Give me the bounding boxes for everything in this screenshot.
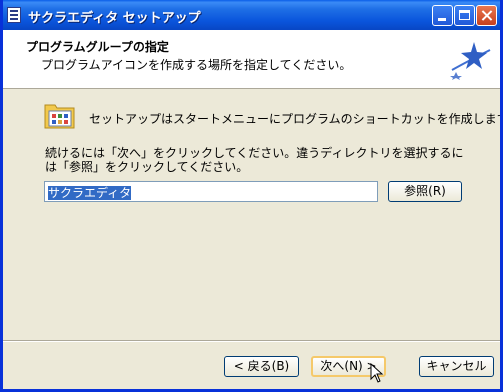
intro-text: セットアップはスタートメニューにプログラムのショートカットを作成します。: [89, 112, 503, 126]
close-button[interactable]: [476, 5, 497, 26]
setup-app-icon: [7, 7, 21, 23]
window-title: サクラエディタ セットアップ: [28, 11, 201, 26]
wizard-header: プログラムグループの指定 プログラムアイコンを作成する場所を指定してください。: [3, 30, 500, 89]
page-title: プログラムグループの指定: [26, 40, 169, 54]
setup-wizard-window: サクラエディタ セットアップ プログラムグループの指定 プログラムアイコンを作成…: [0, 0, 503, 392]
program-group-value: サクラエディタ: [48, 186, 132, 200]
page-subtitle: プログラムアイコンを作成する場所を指定してください。: [41, 58, 352, 72]
cancel-button[interactable]: キャンセル: [419, 356, 494, 377]
minimize-button[interactable]: [432, 5, 453, 26]
program-group-input[interactable]: サクラエディタ: [44, 181, 378, 202]
program-folder-icon: [44, 104, 75, 129]
footer-divider: [3, 340, 500, 342]
browse-button[interactable]: 参照(R): [388, 181, 462, 202]
wizard-star-logo-icon: [450, 42, 491, 80]
mouse-cursor-icon: [370, 363, 384, 383]
back-button[interactable]: < 戻る(B): [224, 356, 299, 377]
instruction-text: 続けるには「次へ」をクリックしてください。違うディレクトリを選択するには「参照」…: [45, 146, 464, 174]
title-bar[interactable]: サクラエディタ セットアップ: [3, 0, 500, 30]
maximize-button[interactable]: [454, 5, 475, 26]
